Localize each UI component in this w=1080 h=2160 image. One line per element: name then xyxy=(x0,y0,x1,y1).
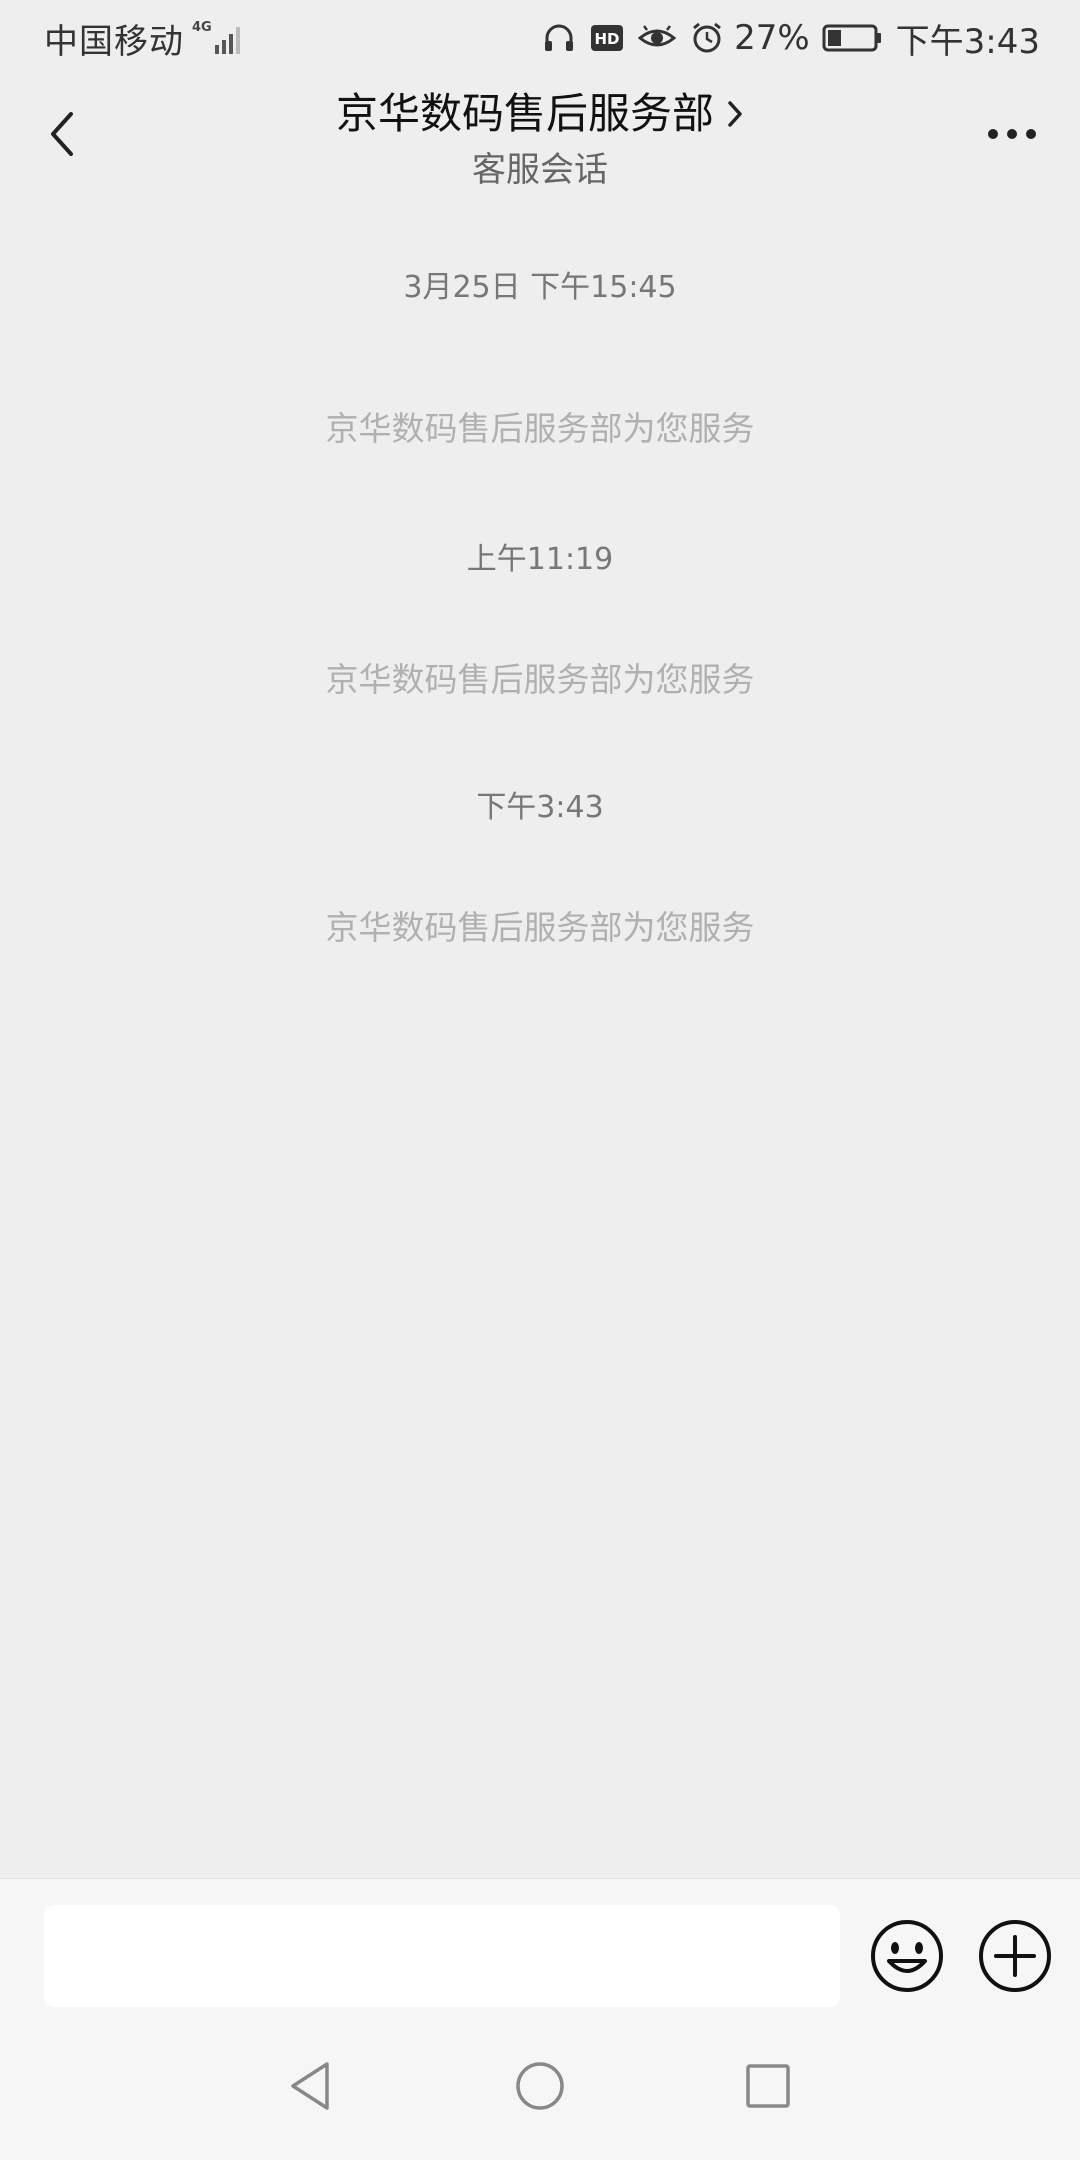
headphones-icon xyxy=(545,24,574,51)
input-bar xyxy=(0,1878,1080,2012)
alarm-icon xyxy=(693,22,721,53)
more-options-button[interactable] xyxy=(980,102,1044,166)
system-message: 京华数码售后服务部为您服务 xyxy=(325,409,755,448)
message-timestamp: 下午3:43 xyxy=(476,790,604,825)
back-arrow-icon xyxy=(51,112,73,156)
signal-indicator: 4G xyxy=(192,21,244,55)
message-group: 下午3:43 京华数码售后服务部为您服务 xyxy=(0,705,1080,953)
back-button[interactable] xyxy=(30,102,94,166)
status-time: 下午3:43 xyxy=(895,21,1040,62)
chevron-right-icon xyxy=(726,99,744,129)
carrier-name: 中国移动 xyxy=(44,21,184,62)
more-functions-button[interactable] xyxy=(976,1917,1054,1995)
system-nav-bar xyxy=(0,2012,1080,2160)
status-right: HD 27% 下午3:43 xyxy=(528,14,1040,63)
title-area[interactable]: 京华数码售后服务部 客服会话 xyxy=(240,84,840,194)
nav-back-icon xyxy=(291,2062,329,2110)
nav-back-button[interactable] xyxy=(278,2054,342,2118)
message-group: 3月25日 下午15:45 京华数码售后服务部为您服务 xyxy=(0,206,1080,454)
chat-subtitle: 客服会话 xyxy=(472,150,608,190)
nav-home-button[interactable] xyxy=(508,2054,572,2118)
chat-header: 京华数码售后服务部 客服会话 xyxy=(0,76,1080,206)
message-input[interactable] xyxy=(44,1905,840,2007)
system-message: 京华数码售后服务部为您服务 xyxy=(325,908,755,947)
chat-title: 京华数码售后服务部 xyxy=(335,89,714,138)
nav-recent-icon xyxy=(746,2064,790,2108)
nav-recent-button[interactable] xyxy=(736,2054,800,2118)
emoji-button[interactable] xyxy=(868,1917,946,1995)
title-row: 京华数码售后服务部 xyxy=(336,84,744,144)
emoji-icon xyxy=(871,1920,943,1992)
eye-icon xyxy=(638,25,677,47)
message-timestamp: 3月25日 下午15:45 xyxy=(403,270,677,305)
status-left: 中国移动 4G xyxy=(44,14,244,63)
status-bar: 中国移动 4G HD 27% 下午3:43 xyxy=(0,0,1080,76)
hd-icon: HD xyxy=(591,25,624,51)
network-type: 4G xyxy=(192,20,212,35)
battery-percentage: 27% xyxy=(734,18,810,58)
nav-home-icon xyxy=(516,2062,564,2110)
battery-icon xyxy=(822,24,881,52)
svg-text:HD: HD xyxy=(595,30,620,48)
message-timestamp: 上午11:19 xyxy=(466,542,614,577)
message-group: 上午11:19 京华数码售后服务部为您服务 xyxy=(0,454,1080,705)
system-message: 京华数码售后服务部为您服务 xyxy=(325,660,755,699)
plus-circle-icon xyxy=(979,1920,1051,1992)
signal-icon xyxy=(214,27,240,54)
more-dots-icon xyxy=(988,129,1036,139)
message-list[interactable]: 3月25日 下午15:45 京华数码售后服务部为您服务 上午11:19 京华数码… xyxy=(0,206,1080,953)
